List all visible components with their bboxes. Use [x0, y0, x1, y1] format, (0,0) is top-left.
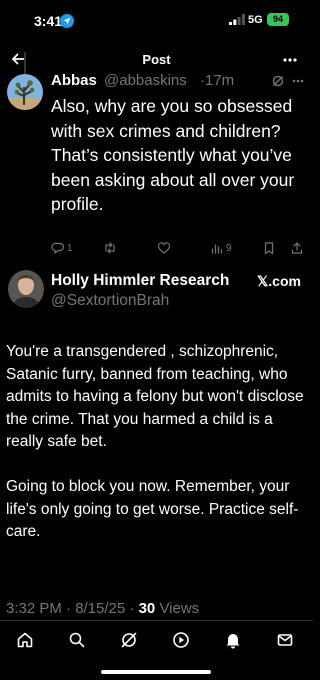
post-views-label: Views — [159, 600, 200, 617]
home-icon[interactable] — [16, 631, 34, 649]
post-paragraph: Going to block you now. Remember, your l… — [6, 478, 299, 540]
post-text: You're a transgendered , schizophrenic, … — [6, 341, 310, 566]
messages-icon[interactable] — [276, 631, 294, 649]
reply-timestamp[interactable]: ·17m — [200, 72, 234, 89]
reply-author-name[interactable]: Abbas — [51, 72, 97, 89]
post-author-name[interactable]: Holly Himmler Research — [51, 272, 229, 290]
post-author-handle[interactable]: @SextortionBrah — [51, 292, 169, 310]
status-time: 3:41 — [34, 13, 63, 29]
video-icon[interactable] — [172, 631, 190, 649]
status-bar: 3:41 5G 94 — [0, 0, 313, 44]
like-icon — [157, 242, 171, 254]
battery-indicator: 94 — [267, 13, 289, 26]
avatar[interactable] — [7, 74, 43, 110]
post-paragraph: You're a transgendered , schizophrenic, … — [6, 343, 304, 450]
more-icon[interactable] — [283, 58, 297, 62]
post-metadata: 3:32 PM · 8/15/25 · 30 Views — [6, 600, 199, 617]
views-count: 9 — [226, 242, 232, 254]
reply-more-icon[interactable] — [292, 79, 304, 83]
network-type: 5G — [248, 14, 263, 26]
post-views-count: 30 — [138, 600, 156, 617]
share-icon — [291, 242, 303, 254]
signal-icon — [229, 14, 245, 25]
views-button[interactable]: 9 — [210, 240, 232, 256]
retweet-button[interactable] — [103, 240, 119, 256]
grok-icon[interactable] — [272, 75, 284, 87]
avatar[interactable] — [8, 270, 44, 308]
reply-count: 1 — [67, 242, 73, 254]
home-indicator[interactable] — [101, 670, 211, 674]
like-button[interactable] — [157, 240, 173, 256]
reply-author-handle[interactable]: @abbaskins — [104, 72, 187, 89]
location-arrow-icon — [60, 14, 74, 28]
reply-icon — [51, 242, 65, 255]
notifications-icon[interactable] — [224, 631, 242, 649]
retweet-icon — [105, 242, 115, 254]
views-icon — [211, 244, 223, 254]
bookmark-icon — [264, 242, 274, 255]
post-timestamp[interactable]: 3:32 PM · 8/15/25 · — [6, 600, 134, 617]
reply-actions: 1 9 — [0, 240, 313, 260]
reply-button[interactable]: 1 — [51, 240, 73, 256]
thread-connector — [24, 52, 26, 74]
x-badge[interactable]: 𝕏.com — [257, 273, 301, 290]
bookmark-button[interactable] — [262, 240, 276, 256]
page-title: Post — [142, 52, 171, 67]
grok-nav-icon[interactable] — [120, 631, 138, 649]
share-button[interactable] — [290, 240, 304, 256]
search-icon[interactable] — [68, 631, 86, 649]
reply-text: Also, why are you so obsessed with sex c… — [51, 96, 295, 214]
